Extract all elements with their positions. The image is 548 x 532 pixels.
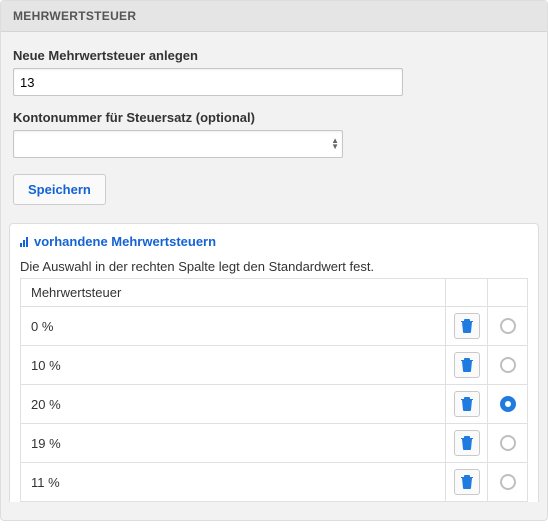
list-hint: Die Auswahl in der rechten Spalte legt d… xyxy=(20,259,528,274)
vat-value-cell: 20 % xyxy=(21,385,446,424)
vat-panel: MEHRWERTSTEUER Neue Mehrwertsteuer anleg… xyxy=(0,0,548,521)
vat-value-cell: 10 % xyxy=(21,346,446,385)
vat-table: Mehrwertsteuer 0 %10 %20 %19 %11 % xyxy=(20,278,528,502)
trash-icon xyxy=(461,358,473,372)
default-cell xyxy=(488,385,528,424)
default-radio[interactable] xyxy=(500,318,516,334)
vat-column-header: Mehrwertsteuer xyxy=(21,279,446,307)
save-button[interactable]: Speichern xyxy=(13,174,106,205)
existing-vat-title: vorhandene Mehrwertsteuern xyxy=(20,234,528,249)
new-vat-input[interactable] xyxy=(13,68,403,96)
vat-value-cell: 0 % xyxy=(21,307,446,346)
table-row: 10 % xyxy=(21,346,528,385)
trash-icon xyxy=(461,475,473,489)
default-cell xyxy=(488,307,528,346)
panel-title: MEHRWERTSTEUER xyxy=(1,1,547,32)
trash-icon xyxy=(461,436,473,450)
trash-icon xyxy=(461,319,473,333)
table-row: 0 % xyxy=(21,307,528,346)
delete-button[interactable] xyxy=(454,391,480,417)
form-area: Neue Mehrwertsteuer anlegen Kontonummer … xyxy=(1,32,547,205)
existing-vat-panel: vorhandene Mehrwertsteuern Die Auswahl i… xyxy=(9,223,539,502)
delete-button[interactable] xyxy=(454,352,480,378)
account-label: Kontonummer für Steuersatz (optional) xyxy=(13,110,535,125)
default-radio[interactable] xyxy=(500,357,516,373)
trash-icon xyxy=(461,397,473,411)
new-vat-label: Neue Mehrwertsteuer anlegen xyxy=(13,48,535,63)
default-radio[interactable] xyxy=(500,474,516,490)
vat-value-cell: 19 % xyxy=(21,424,446,463)
default-cell xyxy=(488,463,528,502)
account-select-wrap: ▲▼ xyxy=(13,130,343,158)
existing-vat-title-text: vorhandene Mehrwertsteuern xyxy=(34,234,216,249)
delete-column-header xyxy=(446,279,488,307)
default-cell xyxy=(488,346,528,385)
delete-cell xyxy=(446,346,488,385)
delete-cell xyxy=(446,424,488,463)
delete-cell xyxy=(446,385,488,424)
default-radio[interactable] xyxy=(500,396,516,412)
delete-button[interactable] xyxy=(454,430,480,456)
table-row: 11 % xyxy=(21,463,528,502)
delete-cell xyxy=(446,463,488,502)
bars-icon xyxy=(20,237,28,247)
default-cell xyxy=(488,424,528,463)
default-radio[interactable] xyxy=(500,435,516,451)
delete-button[interactable] xyxy=(454,469,480,495)
account-select[interactable] xyxy=(13,130,343,158)
delete-cell xyxy=(446,307,488,346)
table-row: 20 % xyxy=(21,385,528,424)
default-column-header xyxy=(488,279,528,307)
delete-button[interactable] xyxy=(454,313,480,339)
table-row: 19 % xyxy=(21,424,528,463)
vat-value-cell: 11 % xyxy=(21,463,446,502)
